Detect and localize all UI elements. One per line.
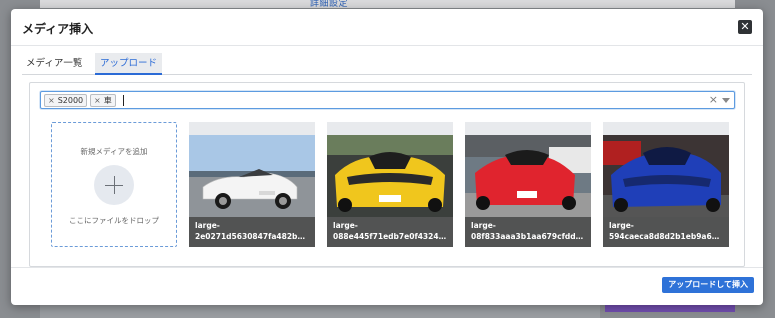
car-photo-image xyxy=(465,135,591,217)
tag-label: 車 xyxy=(103,96,112,105)
file-drop-zone[interactable]: 新規メディアを追加 ここにファイルをドロップ xyxy=(51,122,177,247)
car-photo-image xyxy=(327,135,453,217)
modal-title: メディア挿入 xyxy=(22,22,94,36)
media-item[interactable]: large-08f833aaa3b1aa679cfddbd6... xyxy=(465,122,591,247)
upload-panel: × S2000 × 車 × 新規メディアを追加 ここにファイルをドロップ lar… xyxy=(29,82,745,267)
modal-header: メディア挿入 ✕ xyxy=(11,9,763,46)
car-photo-image xyxy=(189,135,315,217)
media-caption: large-08f833aaa3b1aa679cfddbd6... xyxy=(465,217,591,247)
backdrop-link: 詳細設定 xyxy=(310,0,349,9)
media-caption: large-2e0271d5630847fa482b5e1a... xyxy=(189,217,315,247)
drop-hint: ここにファイルをドロップ xyxy=(69,216,159,225)
car-photo-image xyxy=(603,135,729,217)
tab-bar: メディア一覧 アップロード xyxy=(22,53,752,75)
media-insert-modal: メディア挿入 ✕ メディア一覧 アップロード × S2000 × 車 × 新規メディ… xyxy=(11,9,763,305)
add-media-label: 新規メディアを追加 xyxy=(80,147,148,156)
media-item[interactable]: large-2e0271d5630847fa482b5e1a... xyxy=(189,122,315,247)
close-icon[interactable]: ✕ xyxy=(738,20,752,34)
media-caption: large-088e445f71edb7e0f43243c3... xyxy=(327,217,453,247)
backdrop-bar: 詳細設定 xyxy=(40,0,735,9)
tag-input[interactable]: × S2000 × 車 × xyxy=(40,91,735,109)
media-caption: large-594caeca8d8d2b1eb9a636e... xyxy=(603,217,729,247)
upload-and-insert-button[interactable]: アップロードして挿入 xyxy=(662,277,754,293)
dropdown-arrow-icon[interactable] xyxy=(722,98,730,103)
tag-label: S2000 xyxy=(57,96,84,105)
text-caret xyxy=(123,95,124,106)
tag-chip-car: × 車 xyxy=(90,94,116,107)
plus-icon[interactable] xyxy=(94,165,134,205)
tab-upload[interactable]: アップロード xyxy=(95,53,163,75)
tag-remove-icon[interactable]: × xyxy=(48,96,55,105)
media-item[interactable]: large-594caeca8d8d2b1eb9a636e... xyxy=(603,122,729,247)
tag-chip-s2000: × S2000 xyxy=(44,94,88,107)
clear-icon[interactable]: × xyxy=(709,93,718,106)
tag-remove-icon[interactable]: × xyxy=(94,96,101,105)
modal-footer: アップロードして挿入 xyxy=(11,267,763,305)
backdrop-strip xyxy=(40,305,600,318)
media-item[interactable]: large-088e445f71edb7e0f43243c3... xyxy=(327,122,453,247)
tab-media-list[interactable]: メディア一覧 xyxy=(22,53,86,75)
